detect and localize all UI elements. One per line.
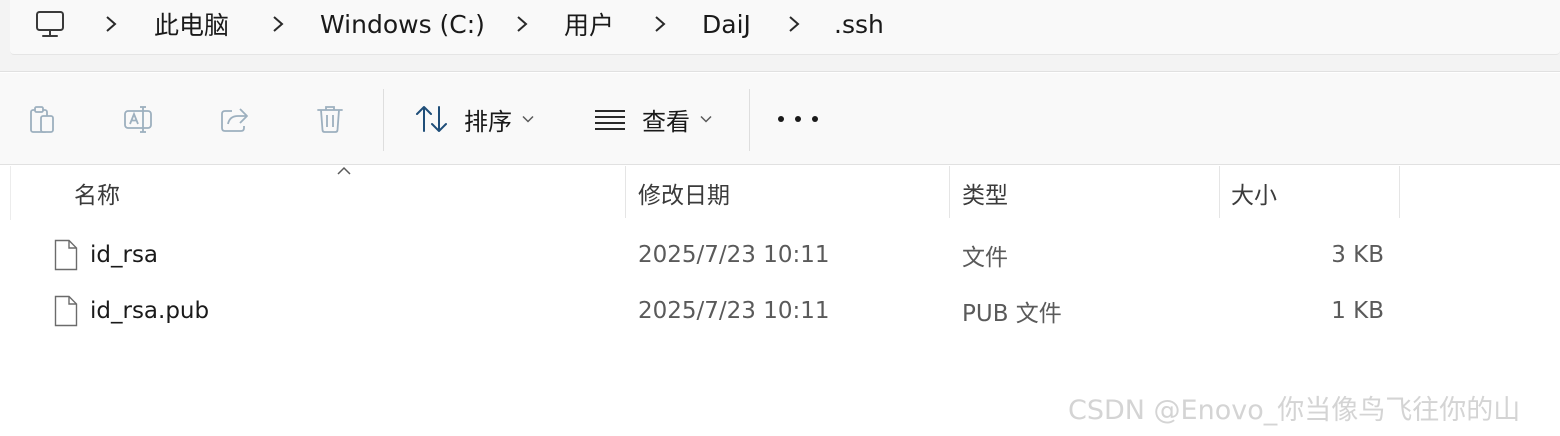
toolbar-divider xyxy=(383,89,384,151)
file-size: 3 KB xyxy=(1331,242,1384,268)
column-divider[interactable] xyxy=(625,166,626,218)
command-bar: 排序 查看 xyxy=(0,73,1560,165)
breadcrumb[interactable] xyxy=(10,0,1560,55)
column-divider[interactable] xyxy=(949,166,950,218)
file-name[interactable]: id_rsa.pub xyxy=(90,285,209,337)
list-item[interactable]: id_rsa 2025/7/23 10:11 文件 3 KB xyxy=(0,229,1560,281)
toolbar-divider xyxy=(749,89,750,151)
chevron-down-icon xyxy=(522,115,534,123)
chevron-right-icon[interactable] xyxy=(515,0,529,48)
file-icon xyxy=(54,295,78,327)
column-divider[interactable] xyxy=(1399,166,1400,218)
column-divider[interactable] xyxy=(1219,166,1220,218)
address-bar: 此电脑 Windows (C:) 用户 DaiJ .ssh xyxy=(0,0,1560,72)
sort-icon xyxy=(416,106,447,132)
monitor-icon[interactable] xyxy=(34,0,66,48)
more-icon[interactable] xyxy=(778,99,818,139)
breadcrumb-item-this-pc[interactable]: 此电脑 xyxy=(154,0,229,48)
chevron-right-icon[interactable] xyxy=(271,0,285,48)
sort-button-label: 排序 xyxy=(464,107,512,136)
chevron-down-icon xyxy=(700,115,712,123)
column-modified[interactable]: 修改日期 xyxy=(638,166,948,220)
chevron-right-icon[interactable] xyxy=(104,0,118,48)
clipboard-icon[interactable] xyxy=(24,101,60,137)
file-type: 文件 xyxy=(962,245,1008,271)
file-name[interactable]: id_rsa xyxy=(90,229,158,281)
rename-icon[interactable] xyxy=(120,101,156,137)
column-type[interactable]: 类型 xyxy=(962,166,1217,220)
sort-button[interactable]: 排序 xyxy=(414,99,534,139)
chevron-right-icon[interactable] xyxy=(653,0,667,48)
share-icon[interactable] xyxy=(216,101,252,137)
breadcrumb-item-daij[interactable]: DaiJ xyxy=(702,0,751,48)
chevron-right-icon[interactable] xyxy=(787,0,801,48)
column-size[interactable]: 大小 xyxy=(1231,166,1396,220)
column-name[interactable]: 名称 xyxy=(74,166,624,220)
view-button-label: 查看 xyxy=(642,107,690,136)
list-view-icon xyxy=(595,110,625,130)
file-icon xyxy=(54,239,78,271)
breadcrumb-item-drive-c[interactable]: Windows (C:) xyxy=(320,0,485,48)
file-type: PUB 文件 xyxy=(962,301,1062,327)
trash-icon[interactable] xyxy=(312,101,348,137)
file-modified: 2025/7/23 10:11 xyxy=(638,298,830,324)
watermark: CSDN @Enovo_你当像鸟飞往你的山 xyxy=(1068,395,1521,426)
list-item[interactable]: id_rsa.pub 2025/7/23 10:11 PUB 文件 1 KB xyxy=(0,285,1560,337)
view-button[interactable]: 查看 xyxy=(592,99,712,139)
column-header: 名称 修改日期 类型 大小 xyxy=(0,166,1560,220)
breadcrumb-item-users[interactable]: 用户 xyxy=(564,0,614,48)
file-modified: 2025/7/23 10:11 xyxy=(638,242,830,268)
file-size: 1 KB xyxy=(1331,298,1384,324)
breadcrumb-item-ssh[interactable]: .ssh xyxy=(834,0,884,48)
